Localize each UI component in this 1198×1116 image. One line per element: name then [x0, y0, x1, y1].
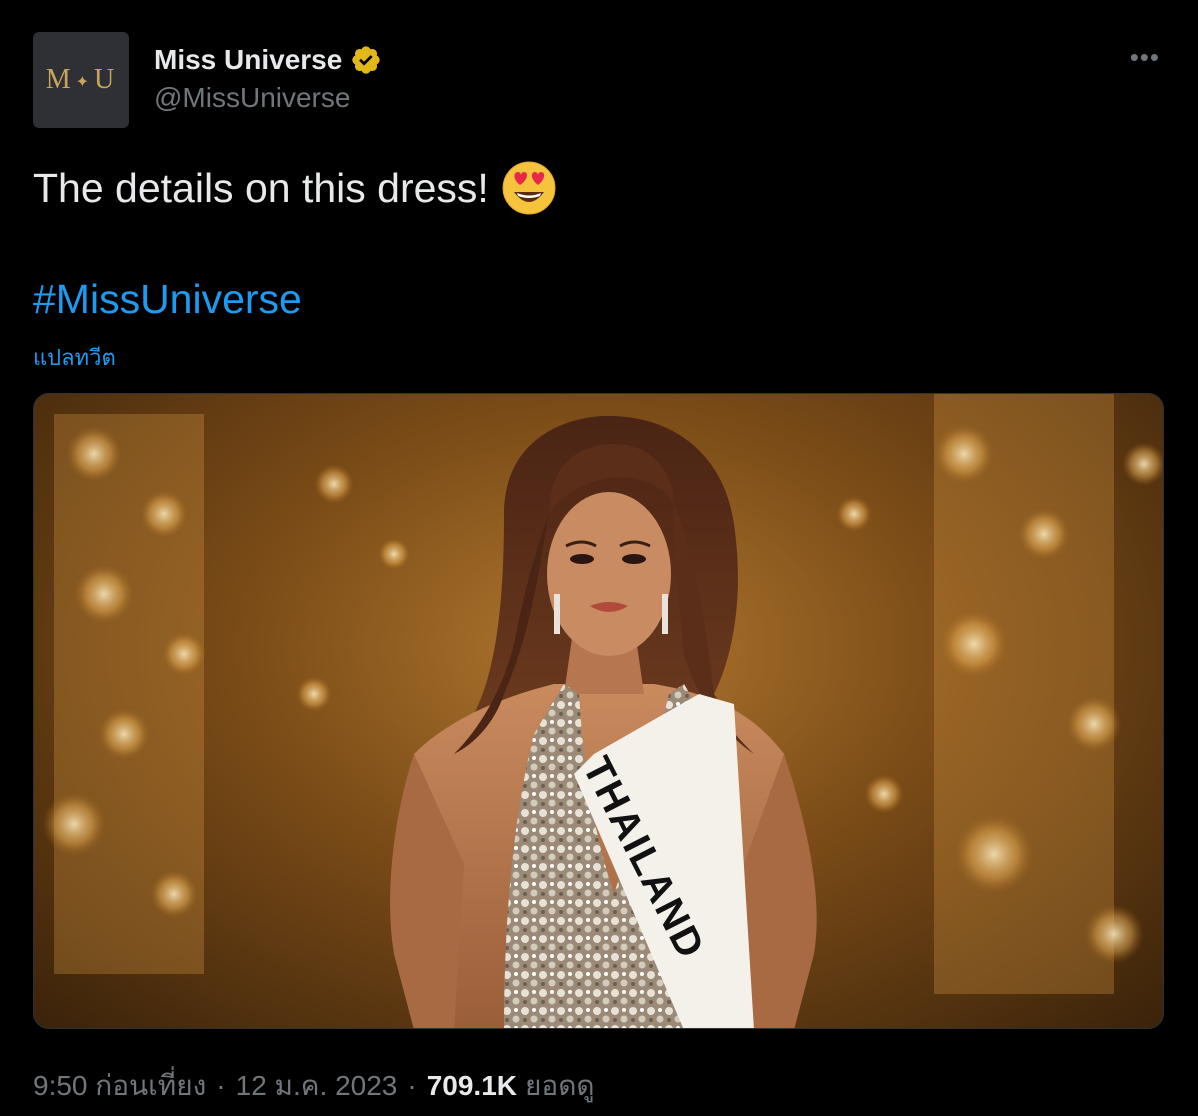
tweet-text: The details on this dress! — [33, 164, 489, 211]
tweet-card: M ✦ U Miss Universe @MissUniverse ••• The … — [0, 0, 1198, 1116]
tweet-photo[interactable]: THAILAND — [33, 393, 1164, 1029]
hashtag-link[interactable]: #MissUniverse — [33, 276, 302, 323]
author-handle[interactable]: @MissUniverse — [154, 82, 350, 114]
more-options-icon[interactable]: ••• — [1130, 42, 1160, 72]
avatar[interactable]: M ✦ U — [33, 32, 129, 128]
tweet-time[interactable]: 9:50 ก่อนเที่ยง — [33, 1064, 206, 1108]
translate-tweet-link[interactable]: แปลทวีต — [33, 340, 116, 375]
meta-separator: · — [407, 1070, 417, 1101]
author-display-name[interactable]: Miss Universe — [154, 44, 342, 76]
tweet-meta: 9:50 ก่อนเที่ยง · 12 ม.ค. 2023 · 709.1K … — [33, 1064, 595, 1108]
meta-separator: · — [216, 1070, 226, 1101]
verified-badge-icon — [350, 44, 382, 76]
views-label: ยอดดู — [525, 1070, 595, 1101]
heart-eyes-emoji-icon — [501, 160, 557, 216]
tweet-date[interactable]: 12 ม.ค. 2023 — [236, 1064, 398, 1108]
avatar-logo: M ✦ U — [45, 64, 117, 95]
tweet-text-row: The details on this dress! — [33, 160, 557, 216]
author-name-row: Miss Universe — [154, 42, 382, 78]
views-count[interactable]: 709.1K — [427, 1070, 517, 1102]
